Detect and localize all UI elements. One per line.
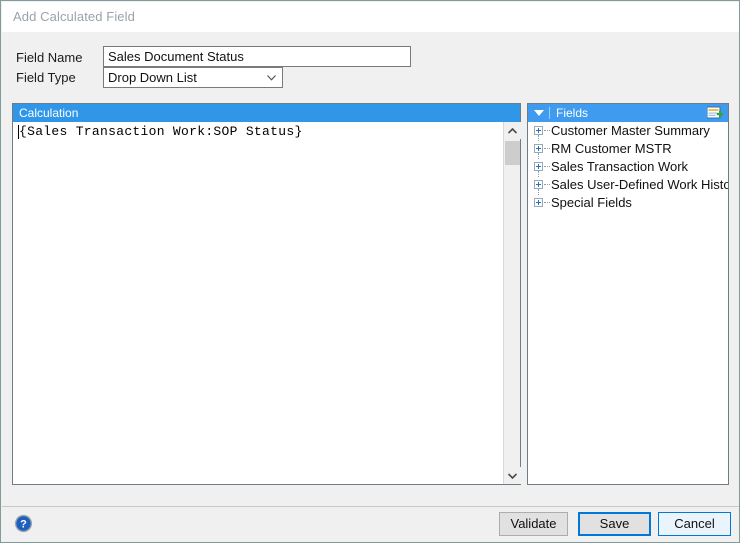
header-divider (549, 107, 550, 119)
fields-tree[interactable]: Customer Master Summary RM Customer MSTR… (528, 122, 728, 484)
window-title: Add Calculated Field (13, 9, 135, 24)
tree-item-label: RM Customer MSTR (551, 141, 672, 156)
fields-header: Fields (528, 104, 728, 122)
cancel-button[interactable]: Cancel (658, 512, 731, 536)
chevron-down-icon (267, 75, 276, 81)
save-button[interactable]: Save (578, 512, 651, 536)
tree-item[interactable]: Special Fields (528, 194, 728, 212)
tree-connector (544, 130, 550, 132)
calculation-scrollbar[interactable] (503, 122, 521, 484)
field-type-dropdown[interactable]: Drop Down List (103, 67, 283, 88)
calculation-panel: Calculation {Sales Transaction Work:SOP … (12, 103, 521, 485)
tree-item[interactable]: Customer Master Summary (528, 122, 728, 141)
add-field-icon[interactable] (707, 106, 723, 120)
tree-item[interactable]: Sales User-Defined Work History (528, 176, 728, 195)
field-type-label: Field Type (16, 70, 76, 85)
tree-connector (544, 202, 550, 204)
validate-button[interactable]: Validate (499, 512, 568, 536)
add-calculated-field-dialog: Add Calculated Field Field Name Field Ty… (0, 0, 740, 543)
plus-box-icon[interactable] (534, 144, 543, 153)
triangle-down-icon[interactable] (534, 110, 544, 116)
chevron-down-icon[interactable] (504, 467, 521, 484)
calculation-editor[interactable]: {Sales Transaction Work:SOP Status} (13, 122, 503, 484)
fields-header-title: Fields (556, 106, 589, 120)
calculation-header-title: Calculation (19, 106, 79, 120)
svg-text:?: ? (20, 519, 27, 531)
tree-connector (544, 184, 550, 186)
field-name-input[interactable] (103, 46, 411, 67)
title-bar: Add Calculated Field (2, 2, 739, 32)
dialog-body: Field Name Field Type Drop Down List Cal… (2, 32, 739, 542)
tree-item-label: Sales Transaction Work (551, 159, 689, 174)
footer-separator (2, 506, 739, 507)
field-name-label: Field Name (16, 50, 83, 65)
field-type-value: Drop Down List (108, 70, 197, 85)
calculation-expression: {Sales Transaction Work:SOP Status} (19, 124, 303, 139)
help-question-icon[interactable]: ? (14, 514, 33, 533)
fields-panel: Fields Customer Master Summary RM Custom… (527, 103, 729, 485)
plus-box-icon[interactable] (534, 180, 543, 189)
tree-item-label: Sales User-Defined Work History (551, 177, 728, 192)
calculation-header: Calculation (13, 104, 520, 122)
plus-box-icon[interactable] (534, 162, 543, 171)
tree-item-label: Special Fields (551, 195, 632, 210)
tree-connector (544, 148, 550, 150)
tree-connector (544, 166, 550, 168)
tree-item-label: Customer Master Summary (551, 123, 710, 138)
scrollbar-thumb[interactable] (505, 141, 520, 165)
plus-box-icon[interactable] (534, 126, 543, 135)
tree-item[interactable]: Sales Transaction Work (528, 158, 728, 177)
plus-box-icon[interactable] (534, 198, 543, 207)
tree-item[interactable]: RM Customer MSTR (528, 140, 728, 159)
chevron-up-icon[interactable] (504, 122, 521, 139)
